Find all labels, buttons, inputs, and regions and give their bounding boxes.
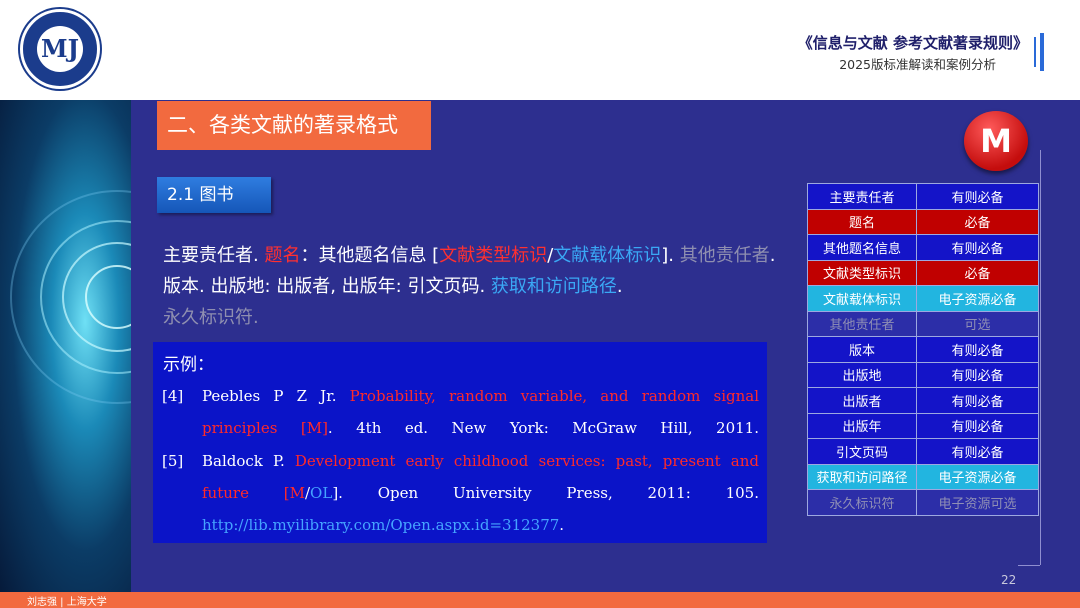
header-bar: MJ 《信息与文献 参考文献著录规则》 2025版标准解读和案例分析 [0, 0, 1080, 100]
format-access-path: 获取和访问路径 [490, 276, 617, 297]
table-cell-element: 获取和访问路径 [807, 463, 917, 490]
table-cell-status: 必备 [916, 208, 1039, 235]
table-cell-element: 文献载体标识 [807, 285, 917, 312]
decorative-line [1018, 565, 1040, 566]
table-cell-status: 可选 [916, 310, 1039, 337]
table-row: 获取和访问路径 电子资源必备 [807, 463, 1039, 490]
reference-url[interactable]: http://lib.myilibrary.com/Open.aspx.id=3… [202, 516, 559, 534]
table-row: 出版地 有则必备 [807, 361, 1039, 388]
table-row: 其他责任者 可选 [807, 310, 1039, 337]
example-box: 示例： [4] Peebles P Z Jr. Probability, ran… [153, 342, 767, 543]
table-row: 引文页码 有则必备 [807, 438, 1039, 465]
elements-table: 主要责任者 有则必备 题名 必备 其他题名信息 有则必备 文献类型标识 必备 文献载体标识 电子资… [807, 183, 1039, 516]
table-cell-status: 有则必备 [916, 183, 1039, 210]
table-cell-element: 出版年 [807, 412, 917, 439]
table-cell-status: 电子资源必备 [916, 285, 1039, 312]
table-cell-element: 其他题名信息 [807, 234, 917, 261]
format-other-resp: 其他责任者 [679, 245, 770, 266]
university-logo: MJ [20, 9, 100, 89]
monograph-badge: M [964, 111, 1028, 171]
table-cell-element: 题名 [807, 208, 917, 235]
page-number: 22 [1001, 573, 1017, 587]
header-accent-line [1034, 37, 1036, 67]
decorative-line [1040, 150, 1041, 565]
citation-format: 主要责任者. 题名：其他题名信息 [文献类型标识/文献载体标识]. 其他责任者.… [163, 245, 776, 328]
table-row: 出版年 有则必备 [807, 412, 1039, 439]
table-cell-element: 永久标识符 [807, 489, 917, 516]
table-cell-status: 有则必备 [916, 336, 1039, 363]
footer-author: 刘志强 | 上海大学 [27, 597, 107, 608]
table-cell-element: 其他责任者 [807, 310, 917, 337]
table-cell-element: 引文页码 [807, 438, 917, 465]
logo-monogram: MJ [37, 26, 83, 72]
format-type-id: 文献类型标识 [439, 245, 548, 266]
table-cell-element: 版本 [807, 336, 917, 363]
table-row: 主要责任者 有则必备 [807, 183, 1039, 210]
table-row: 文献载体标识 电子资源必备 [807, 285, 1039, 312]
table-row: 其他题名信息 有则必备 [807, 234, 1039, 261]
decorative-tech-image [0, 100, 131, 592]
table-cell-status: 有则必备 [916, 438, 1039, 465]
format-author: 主要责任者 [163, 245, 253, 266]
table-row: 题名 必备 [807, 208, 1039, 235]
table-cell-status: 有则必备 [916, 361, 1039, 388]
table-cell-status: 电子资源必备 [916, 463, 1039, 490]
table-row: 文献类型标识 必备 [807, 259, 1039, 286]
table-cell-status: 有则必备 [916, 234, 1039, 261]
header-accent-bar [1040, 33, 1044, 71]
reference-item: [5] Baldock P. Development early childho… [162, 445, 759, 541]
format-doi: 永久标识符 [163, 307, 253, 328]
format-carrier-id: 文献载体标识 [553, 245, 662, 266]
course-title: 《信息与文献 参考文献著录规则》 [797, 34, 1028, 52]
reference-number: [5] [162, 452, 184, 470]
table-cell-status: 电子资源可选 [916, 489, 1039, 516]
subsection-title: 2.1 图书 [157, 177, 271, 213]
course-subtitle: 2025版标准解读和案例分析 [839, 57, 996, 72]
example-label: 示例： [163, 355, 214, 375]
reference-number: [4] [162, 387, 184, 405]
footer-bar: 刘志强 | 上海大学 [0, 592, 1080, 608]
reference-item: [4] Peebles P Z Jr. Probability, random … [162, 380, 759, 444]
table-row: 永久标识符 电子资源可选 [807, 489, 1039, 516]
table-cell-element: 主要责任者 [807, 183, 917, 210]
table-cell-element: 出版者 [807, 387, 917, 414]
table-cell-element: 出版地 [807, 361, 917, 388]
table-cell-status: 必备 [916, 259, 1039, 286]
table-cell-element: 文献类型标识 [807, 259, 917, 286]
table-cell-status: 有则必备 [916, 412, 1039, 439]
format-title: 题名 [264, 245, 301, 266]
table-row: 版本 有则必备 [807, 336, 1039, 363]
section-title: 二、各类文献的著录格式 [157, 101, 431, 150]
table-cell-status: 有则必备 [916, 387, 1039, 414]
table-row: 出版者 有则必备 [807, 387, 1039, 414]
